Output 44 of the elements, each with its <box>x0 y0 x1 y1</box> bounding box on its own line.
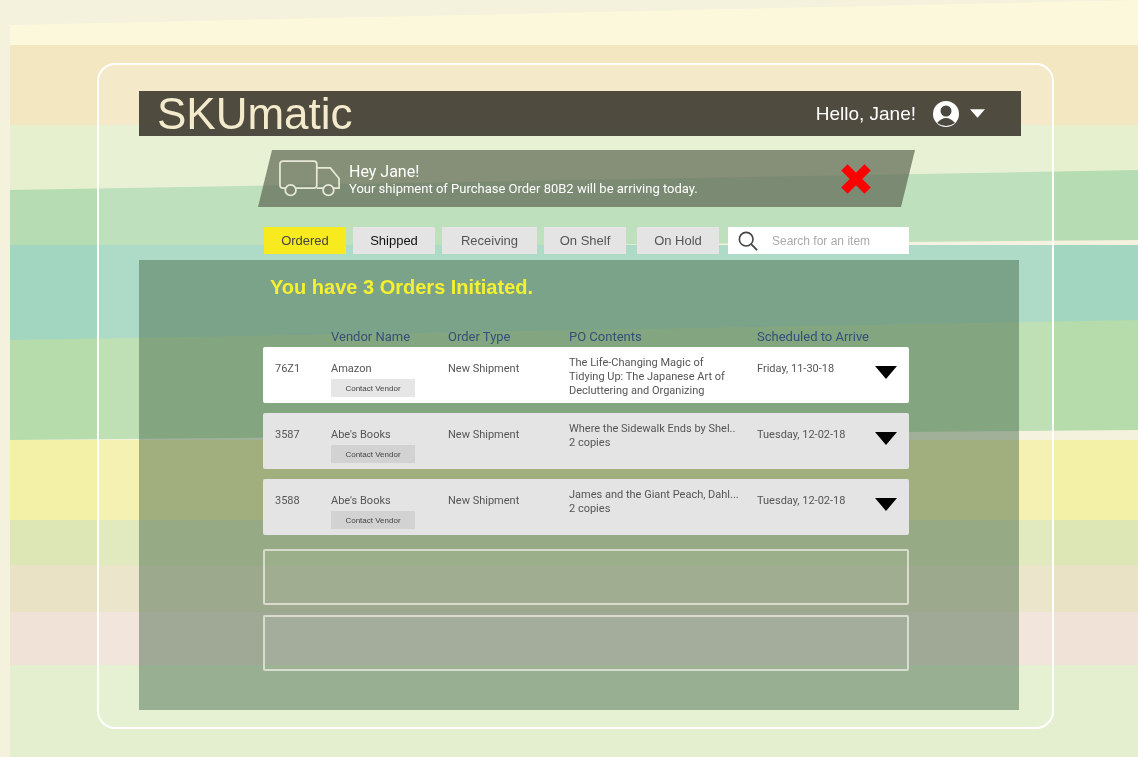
order-row[interactable]: 76Z1 Amazon Contact Vendor New Shipment The Life-Changing Magic of Tidying Up: The Japanese Art of Decluttering and Organizing Friday, 11-30-18 <box>263 347 909 403</box>
contact-vendor-button[interactable]: Contact Vendor <box>331 511 415 529</box>
vendor-name: Abe's Books <box>331 494 391 508</box>
tab[interactable]: Shipped <box>353 227 435 254</box>
arrival-date: Tuesday, 12-02-18 <box>757 428 847 442</box>
expand-caret-icon[interactable] <box>875 498 897 511</box>
order-id: 76Z1 <box>275 362 302 376</box>
po-contents: The Life-Changing Magic of Tidying Up: The Japanese Art of Decluttering and Organizing <box>569 356 726 398</box>
truck-icon <box>279 160 341 197</box>
avatar-icon[interactable] <box>932 99 960 128</box>
order-row[interactable]: 3587 Abe's Books Contact Vendor New Shipment Where the Sidewalk Ends by Shel.. 2 copies Tuesday, 12-02-18 <box>263 413 909 469</box>
contact-vendor-button[interactable]: Contact Vendor <box>331 379 415 397</box>
caret-icon[interactable] <box>970 109 985 118</box>
brand-logo: SKUmatic <box>157 91 353 136</box>
order-type: New Shipment <box>448 428 521 442</box>
notification-title: Hey Jane! <box>349 161 421 181</box>
greeting: Hello, Jane! <box>815 102 916 125</box>
expand-caret-icon[interactable] <box>875 432 897 445</box>
search-field[interactable]: Search for an item <box>728 227 909 254</box>
tab[interactable]: On Shelf <box>544 227 626 254</box>
arrival-date: Tuesday, 12-02-18 <box>757 494 847 508</box>
order-row[interactable]: 3588 Abe's Books Contact Vendor New Shipment James and the Giant Peach, Dahl... 2 copies Tuesday, 12-02-18 <box>263 479 909 535</box>
tab[interactable]: Receiving <box>442 227 537 254</box>
orders-heading: You have 3 Orders Initiated. <box>270 276 535 299</box>
vendor-name: Abe's Books <box>331 428 391 442</box>
tab[interactable]: Ordered <box>264 227 346 254</box>
contact-vendor-button[interactable]: Contact Vendor <box>331 445 415 463</box>
order-id: 3588 <box>275 494 301 508</box>
expand-caret-icon[interactable] <box>875 366 897 379</box>
po-quantity: 2 copies <box>569 436 612 450</box>
po-contents: James and the Giant Peach, Dahl... <box>569 488 740 502</box>
column-header: Vendor Name <box>331 328 412 344</box>
notification-message: Your shipment of Purchase Order 80B2 will be arriving today. <box>349 180 699 196</box>
vendor-name: Amazon <box>331 362 372 376</box>
po-quantity: 2 copies <box>569 502 612 516</box>
column-header: Order Type <box>448 328 512 344</box>
order-type: New Shipment <box>448 494 521 508</box>
order-type: New Shipment <box>448 362 521 376</box>
order-id: 3587 <box>275 428 301 442</box>
column-header: PO Contents <box>569 328 643 344</box>
column-header: Scheduled to Arrive <box>757 328 870 344</box>
arrival-date: Friday, 11-30-18 <box>757 362 836 376</box>
tab[interactable]: On Hold <box>637 227 719 254</box>
po-contents: Where the Sidewalk Ends by Shel.. <box>569 422 737 436</box>
